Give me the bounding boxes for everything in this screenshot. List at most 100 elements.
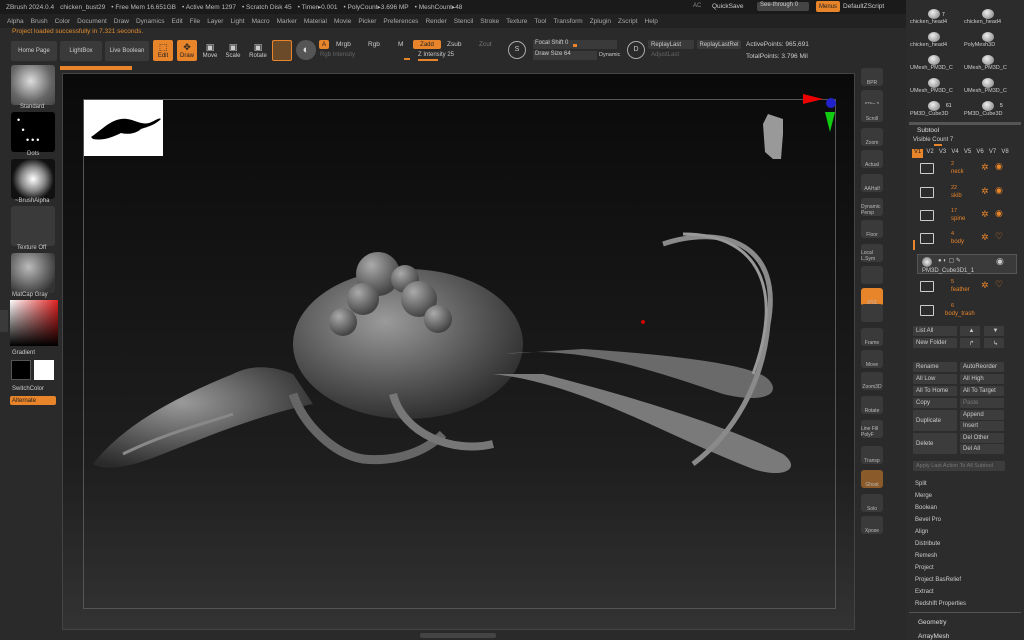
shelf-button-6[interactable]: Dynamic Persp xyxy=(861,198,883,216)
shelf-button-16[interactable]: Line Fill PolyF xyxy=(861,420,883,438)
all-high-button[interactable]: All High xyxy=(960,374,1004,384)
menu-preferences[interactable]: Preferences xyxy=(383,18,418,25)
tab-v2[interactable]: V2 xyxy=(925,149,936,158)
eye-icon-4[interactable]: ◉ xyxy=(996,256,1004,267)
shelf-button-0[interactable]: BPR xyxy=(861,68,883,86)
gear-icon-2[interactable]: ✲ xyxy=(981,209,989,220)
append-button[interactable]: Append xyxy=(960,410,1004,420)
menu-file[interactable]: File xyxy=(190,18,200,25)
color-picker[interactable] xyxy=(10,300,58,346)
insert-button[interactable]: Insert xyxy=(960,421,1004,431)
tab-v6[interactable]: V6 xyxy=(975,149,986,158)
del-all-button[interactable]: Del All xyxy=(960,444,1004,454)
eye-icon-5[interactable]: ♡ xyxy=(995,279,1003,290)
zadd-button[interactable]: Zadd xyxy=(413,40,441,49)
menu-light[interactable]: Light xyxy=(230,18,244,25)
texture-thumb[interactable] xyxy=(11,206,55,246)
menu-draw[interactable]: Draw xyxy=(114,18,129,25)
tab-v7[interactable]: V7 xyxy=(987,149,998,158)
shelf-button-18[interactable]: Ghost xyxy=(861,470,883,488)
subtool-item-3[interactable]: 4 body ✲ ♡ xyxy=(917,230,1017,250)
all-low-button[interactable]: All Low xyxy=(913,374,957,384)
action-align[interactable]: Align xyxy=(915,529,928,535)
tab-v4[interactable]: V4 xyxy=(950,149,961,158)
shelf-button-12[interactable]: Frame xyxy=(861,328,883,346)
shelf-button-11[interactable] xyxy=(861,304,883,322)
tool-thumb-9[interactable]: PM3D_Cube3D xyxy=(964,97,1016,119)
subtool-item-0[interactable]: 2 neck ✲ ◉ xyxy=(917,160,1017,180)
shelf-button-13[interactable]: Move xyxy=(861,350,883,368)
gear-icon-3[interactable]: ✲ xyxy=(981,232,989,243)
action-extract[interactable]: Extract xyxy=(915,589,934,595)
menu-color[interactable]: Color xyxy=(55,18,71,25)
autoreorder-button[interactable]: AutoReorder xyxy=(960,362,1004,372)
gear-icon-1[interactable]: ✲ xyxy=(981,186,989,197)
stroke-s-icon[interactable]: S xyxy=(508,41,526,59)
tab-v3[interactable]: V3 xyxy=(937,149,948,158)
alternate-button[interactable]: Alternate xyxy=(10,396,56,405)
adjustlast-button[interactable]: AdjustLast xyxy=(651,52,679,58)
replaylast-button[interactable]: ReplayLast xyxy=(648,40,694,49)
tool-thumb-2[interactable]: chicken_head4 xyxy=(910,28,962,50)
bottom-collapse-handle[interactable] xyxy=(420,633,496,638)
action-distribute[interactable]: Distribute xyxy=(915,541,940,547)
tool-thumb-4[interactable]: UMesh_PM3D_C xyxy=(910,51,962,73)
shelf-button-5[interactable]: AAHalf xyxy=(861,174,883,192)
shelf-button-20[interactable]: Xpose xyxy=(861,516,883,534)
rotate-button[interactable]: ▣ Rotate xyxy=(246,40,270,61)
eye-icon-3[interactable]: ♡ xyxy=(995,231,1003,242)
eye-icon-1[interactable]: ◉ xyxy=(995,185,1003,196)
menu-stroke[interactable]: Stroke xyxy=(480,18,499,25)
menu-brush[interactable]: Brush xyxy=(31,18,48,25)
gear-icon-0[interactable]: ✲ xyxy=(981,162,989,173)
tool-thumb-1[interactable]: chicken_head4 xyxy=(964,5,1016,27)
action-redshift-properties[interactable]: Redshift Properties xyxy=(915,601,966,607)
action-split[interactable]: Split xyxy=(915,481,927,487)
eye-icon-0[interactable]: ◉ xyxy=(995,161,1003,172)
shelf-button-19[interactable]: Solo xyxy=(861,494,883,512)
menu-render[interactable]: Render xyxy=(425,18,446,25)
action-bevel-pro[interactable]: Bevel Pro xyxy=(915,517,941,523)
action-project[interactable]: Project xyxy=(915,565,934,571)
apply-last-action-button[interactable]: Apply Last Action To All Subtool xyxy=(913,461,1005,471)
eye-icon-2[interactable]: ◉ xyxy=(995,208,1003,219)
geometry-section[interactable]: Geometry xyxy=(918,619,947,626)
default-zscript[interactable]: DefaultZScript xyxy=(843,3,884,10)
subtool-title[interactable]: Subtool xyxy=(917,127,939,134)
arraymesh-section[interactable]: ArrayMesh xyxy=(918,633,949,640)
new-folder-button[interactable]: New Folder xyxy=(913,338,957,348)
secondary-color-swatch[interactable] xyxy=(34,360,54,380)
tool-thumb-7[interactable]: UMesh_PM3D_C xyxy=(964,74,1016,96)
switchcolor-button[interactable]: SwitchColor xyxy=(12,386,44,392)
menu-transform[interactable]: Transform xyxy=(553,18,582,25)
visible-count-slider[interactable]: Visible Count 7 xyxy=(913,137,953,143)
focal-shift-slider[interactable]: Focal Shift 0 xyxy=(533,40,617,49)
menu-marker[interactable]: Marker xyxy=(277,18,297,25)
action-remesh[interactable]: Remesh xyxy=(915,553,937,559)
material-swatch[interactable] xyxy=(272,40,292,61)
menu-texture[interactable]: Texture xyxy=(506,18,527,25)
tab-v5[interactable]: V5 xyxy=(962,149,973,158)
a-button[interactable]: A xyxy=(319,40,329,49)
arrow-jump-up-button[interactable]: ↱ xyxy=(960,338,980,348)
arrow-up-button[interactable]: ▲ xyxy=(960,326,980,336)
tool-thumb-8[interactable]: PM3D_Cube3D xyxy=(910,97,962,119)
z-intensity-slider[interactable]: Z Intensity 25 xyxy=(418,52,498,61)
menu-stencil[interactable]: Stencil xyxy=(454,18,474,25)
shelf-button-14[interactable]: Zoom3D xyxy=(861,372,883,390)
all-to-target-button[interactable]: All To Target xyxy=(960,386,1004,396)
shelf-button-7[interactable]: Floor xyxy=(861,220,883,238)
move-button[interactable]: ▣ Move xyxy=(200,40,220,61)
tool-thumb-3[interactable]: PolyMesh3D xyxy=(964,28,1016,50)
m-button[interactable]: M xyxy=(398,41,403,48)
subtool-item-5[interactable]: 5 feather ✲ ♡ xyxy=(917,278,1017,298)
menu-help[interactable]: Help xyxy=(645,18,658,25)
subtool-item-6[interactable]: 6 body_trash xyxy=(917,302,1017,322)
shelf-button-9[interactable] xyxy=(861,266,883,284)
zsub-button[interactable]: Zsub xyxy=(447,41,461,48)
list-all-button[interactable]: List All xyxy=(913,326,957,336)
menu-edit[interactable]: Edit xyxy=(172,18,183,25)
menu-alpha[interactable]: Alpha xyxy=(7,18,24,25)
menus-button[interactable]: Menus xyxy=(816,1,840,12)
menu-picker[interactable]: Picker xyxy=(358,18,376,25)
